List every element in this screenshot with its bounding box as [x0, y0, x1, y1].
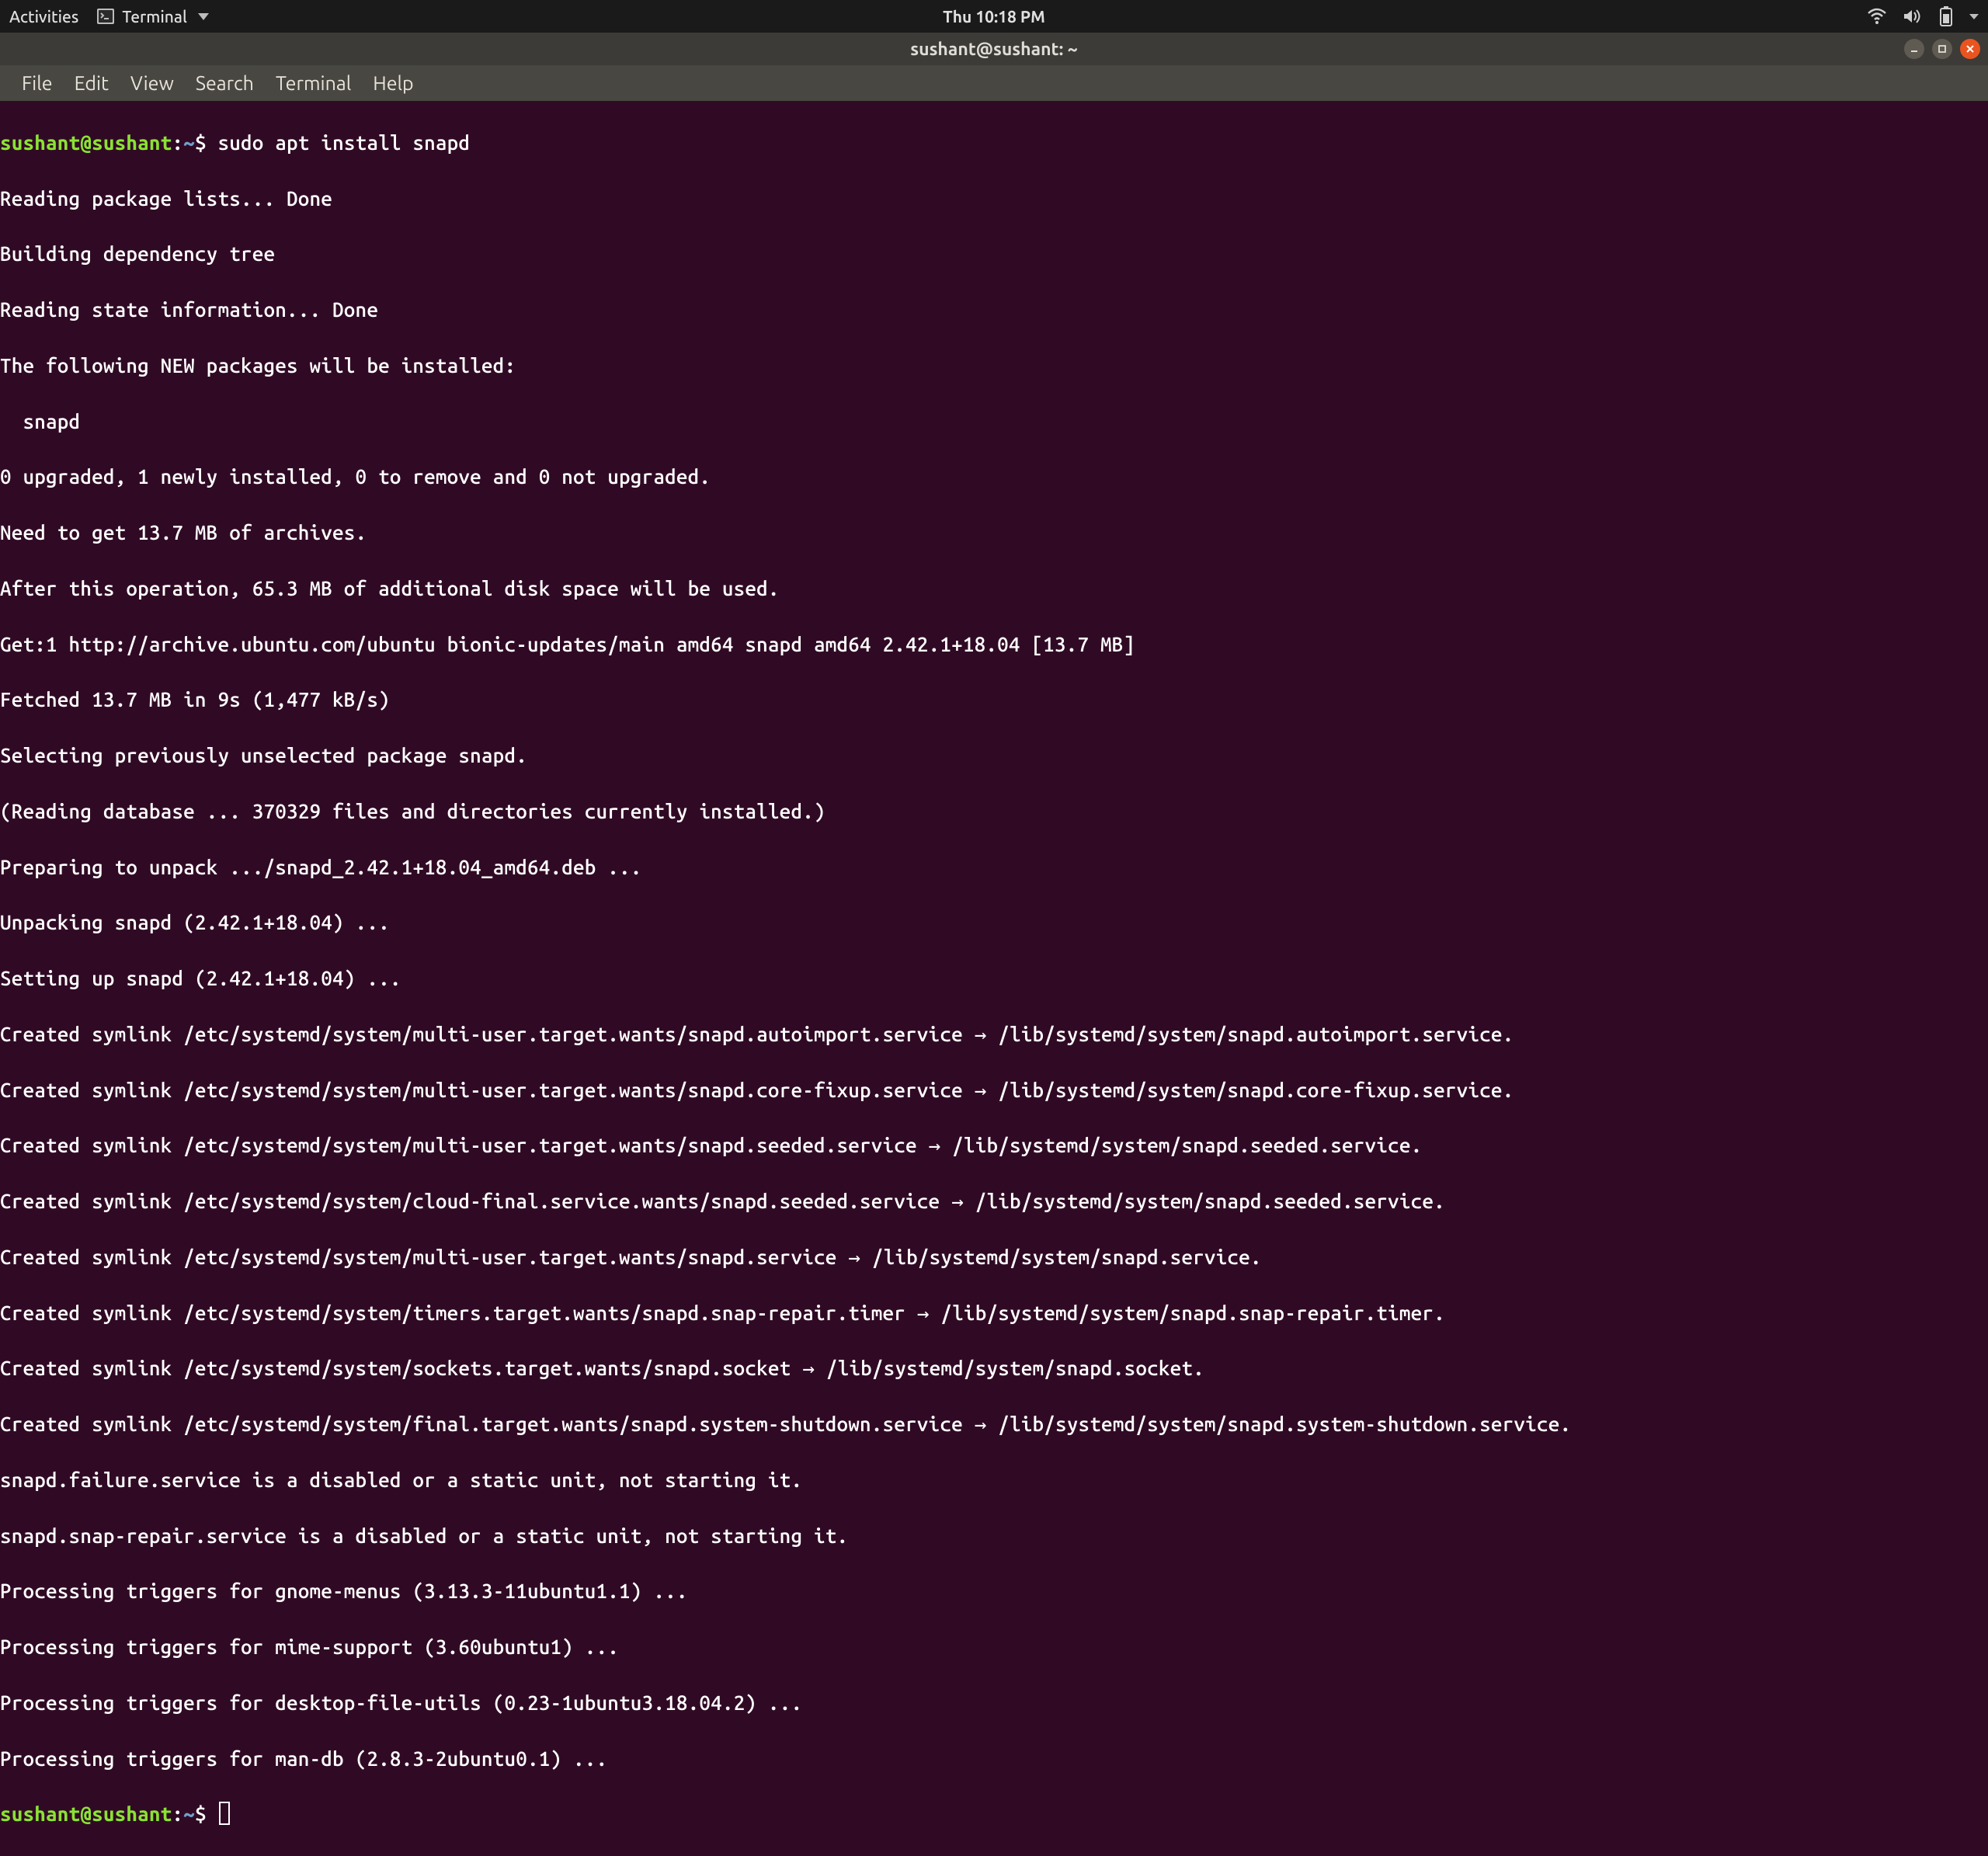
terminal-line: Get:1 http://archive.ubuntu.com/ubuntu b…	[0, 631, 1988, 659]
prompt-user: sushant@sushant	[0, 1802, 172, 1825]
terminal-line: sushant@sushant:~$ sudo apt install snap…	[0, 129, 1988, 157]
clock[interactable]: Thu 10:18 PM	[943, 7, 1045, 26]
terminal-line: Preparing to unpack .../snapd_2.42.1+18.…	[0, 853, 1988, 881]
terminal-line: Unpacking snapd (2.42.1+18.04) ...	[0, 909, 1988, 937]
menu-edit[interactable]: Edit	[64, 69, 120, 97]
app-menu[interactable]: Terminal	[97, 7, 209, 26]
close-button[interactable]	[1960, 39, 1980, 59]
terminal-line: Created symlink /etc/systemd/system/mult…	[0, 1243, 1988, 1271]
prompt-sep: :	[172, 131, 183, 154]
terminal-line: Setting up snapd (2.42.1+18.04) ...	[0, 964, 1988, 992]
terminal-app-icon	[97, 9, 114, 24]
prompt-user: sushant@sushant	[0, 131, 172, 154]
terminal-line: snapd.snap-repair.service is a disabled …	[0, 1522, 1988, 1550]
terminal-line: Processing triggers for desktop-file-uti…	[0, 1689, 1988, 1717]
gnome-top-bar: Activities Terminal Thu 10:18 PM	[0, 0, 1988, 33]
terminal-line: Created symlink /etc/systemd/system/sock…	[0, 1354, 1988, 1382]
terminal-line: Reading package lists... Done	[0, 185, 1988, 213]
terminal-line: Created symlink /etc/systemd/system/mult…	[0, 1131, 1988, 1159]
terminal-line: Created symlink /etc/systemd/system/time…	[0, 1299, 1988, 1327]
terminal-line: Building dependency tree	[0, 240, 1988, 268]
menu-bar: File Edit View Search Terminal Help	[0, 65, 1988, 101]
window-title-bar: sushant@sushant: ~	[0, 33, 1988, 65]
terminal-line: Processing triggers for gnome-menus (3.1…	[0, 1577, 1988, 1605]
terminal-line: (Reading database ... 370329 files and d…	[0, 798, 1988, 825]
terminal-line: Fetched 13.7 MB in 9s (1,477 kB/s)	[0, 686, 1988, 714]
cursor	[219, 1802, 230, 1825]
activities-button[interactable]: Activities	[9, 7, 78, 26]
command-text: sudo apt install snapd	[217, 131, 470, 154]
battery-icon[interactable]	[1938, 6, 1954, 26]
terminal-line: 0 upgraded, 1 newly installed, 0 to remo…	[0, 463, 1988, 491]
app-menu-label: Terminal	[122, 7, 187, 26]
terminal-line: Created symlink /etc/systemd/system/mult…	[0, 1076, 1988, 1104]
terminal-line: Need to get 13.7 MB of archives.	[0, 519, 1988, 547]
prompt-path: ~	[183, 1802, 195, 1825]
volume-icon[interactable]	[1903, 8, 1923, 25]
terminal-line: Selecting previously unselected package …	[0, 742, 1988, 770]
terminal-line: snapd.failure.service is a disabled or a…	[0, 1466, 1988, 1494]
window-title: sushant@sushant: ~	[910, 40, 1077, 59]
menu-view[interactable]: View	[120, 69, 185, 97]
wifi-icon[interactable]	[1867, 8, 1887, 25]
prompt-char: $	[195, 131, 207, 154]
terminal-line: The following NEW packages will be insta…	[0, 352, 1988, 380]
terminal-line: Processing triggers for man-db (2.8.3-2u…	[0, 1745, 1988, 1773]
system-menu-chevron-icon[interactable]	[1969, 14, 1979, 19]
menu-search[interactable]: Search	[185, 69, 265, 97]
minimize-button[interactable]	[1904, 39, 1924, 59]
terminal-line: Created symlink /etc/systemd/system/fina…	[0, 1410, 1988, 1438]
chevron-down-icon	[198, 13, 209, 20]
terminal-line: Reading state information... Done	[0, 296, 1988, 324]
menu-file[interactable]: File	[11, 69, 64, 97]
terminal-line: sushant@sushant:~$	[0, 1800, 1988, 1828]
terminal-line: After this operation, 65.3 MB of additio…	[0, 575, 1988, 603]
terminal-viewport[interactable]: sushant@sushant:~$ sudo apt install snap…	[0, 101, 1988, 1856]
maximize-button[interactable]	[1932, 39, 1952, 59]
prompt-sep: :	[172, 1802, 183, 1825]
prompt-char: $	[195, 1802, 207, 1825]
terminal-line: Created symlink /etc/systemd/system/mult…	[0, 1020, 1988, 1048]
menu-terminal[interactable]: Terminal	[265, 69, 362, 97]
terminal-line: snapd	[0, 408, 1988, 436]
terminal-line: Created symlink /etc/systemd/system/clou…	[0, 1187, 1988, 1215]
menu-help[interactable]: Help	[362, 69, 424, 97]
prompt-path: ~	[183, 131, 195, 154]
terminal-line: Processing triggers for mime-support (3.…	[0, 1633, 1988, 1661]
